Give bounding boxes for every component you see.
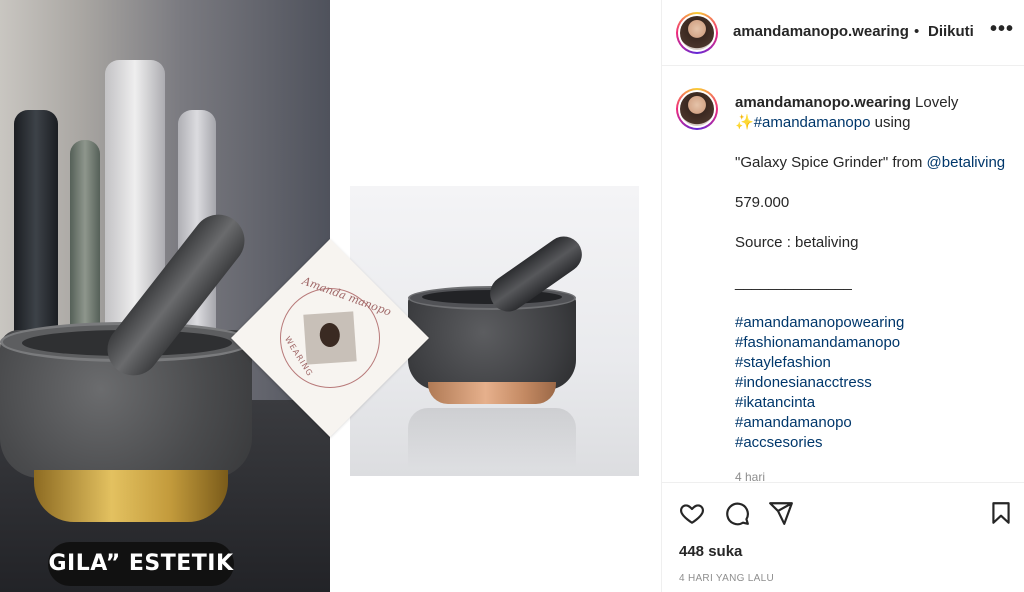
- caption-line2-rest: using: [870, 114, 911, 131]
- share-icon[interactable]: [768, 500, 794, 526]
- caption-avatar[interactable]: [676, 88, 718, 130]
- heart-icon[interactable]: [679, 500, 705, 526]
- hashtag-link[interactable]: #fashionamandamanopo: [735, 333, 1017, 353]
- caption-product: "Galaxy Spice Grinder" from: [735, 154, 927, 171]
- logo-photo: [303, 311, 357, 365]
- more-options-icon[interactable]: •••: [990, 18, 1014, 41]
- caption-text: amandamanopo.wearing Lovely ✨#amandamano…: [735, 93, 1017, 482]
- overlay-caption: GILA” ESTETIK: [48, 542, 234, 586]
- following-button[interactable]: Diikuti: [928, 23, 974, 40]
- hashtag-link[interactable]: #staylefashion: [735, 353, 1017, 373]
- hashtag-link[interactable]: #indonesianacctress: [735, 373, 1017, 393]
- caption-source: Source : betaliving: [735, 234, 859, 251]
- action-bar: [662, 482, 1024, 538]
- hashtag-link[interactable]: #ikatancinta: [735, 393, 1017, 413]
- hashtag-link[interactable]: #amandamanopo: [735, 413, 1017, 433]
- caption-price: 579.000: [735, 194, 790, 211]
- copper-band: [428, 382, 556, 404]
- post-header: amandamanopo.wearing • Diikuti •••: [662, 0, 1024, 66]
- gold-band: [34, 470, 228, 522]
- hashtag-link[interactable]: #amandamanopowearing: [735, 313, 1017, 333]
- hashtag-link[interactable]: #amandamanopo: [754, 114, 871, 131]
- caption-time[interactable]: 4 hari: [735, 467, 1017, 482]
- post-sidebar: amandamanopo.wearing • Diikuti ••• amand…: [661, 0, 1024, 592]
- comment-icon[interactable]: [724, 500, 750, 526]
- caption-divider: ______________: [735, 274, 852, 291]
- mention-link[interactable]: @betaliving: [927, 154, 1006, 171]
- caption-username[interactable]: amandamanopo.wearing: [735, 94, 911, 111]
- avatar[interactable]: [676, 12, 718, 54]
- sparkle-icon: ✨: [735, 114, 754, 131]
- post-image[interactable]: GILA” ESTETIK Amanda manopo WEARING: [0, 0, 661, 592]
- hashtag-link[interactable]: #accsesories: [735, 433, 1017, 453]
- bookmark-icon[interactable]: [988, 500, 1014, 526]
- likes-count[interactable]: 448 suka: [679, 543, 742, 560]
- caption-area: amandamanopo.wearing Lovely ✨#amandamano…: [662, 66, 1024, 482]
- separator-dot: •: [914, 23, 920, 40]
- header-username[interactable]: amandamanopo.wearing: [733, 23, 909, 40]
- reflection: [408, 408, 576, 468]
- posted-time[interactable]: 4 HARI YANG LALU: [679, 573, 774, 584]
- caption-line1: Lovely: [910, 94, 959, 111]
